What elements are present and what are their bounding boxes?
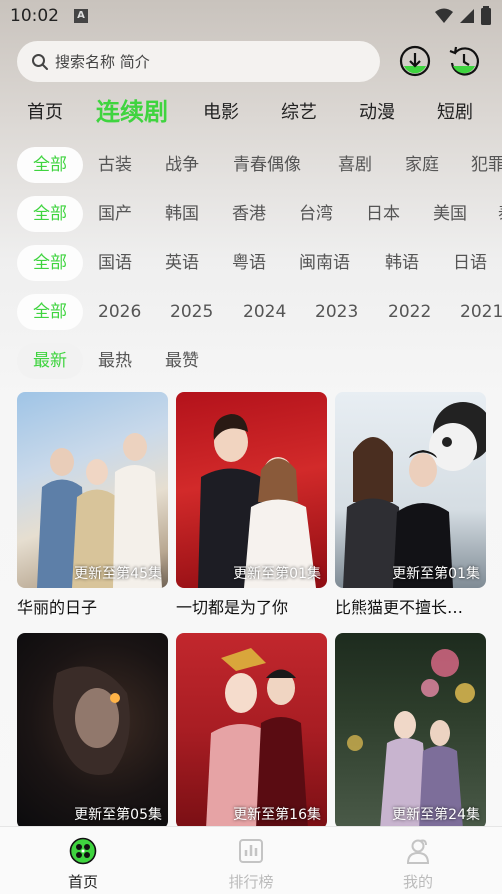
nav-profile-label: 我的 [402,873,433,891]
home-icon [69,837,97,865]
filter-chip[interactable]: 日本 [366,196,400,232]
filter-chip[interactable]: 2021 [460,294,502,330]
nav-ranking[interactable]: 排行榜 [211,837,291,892]
show-title: 一切都是为了你 [176,598,289,617]
filter-chip[interactable]: 青春偶像 [233,147,301,183]
filter-chip[interactable]: 2024 [243,294,286,330]
poster-art [343,402,486,588]
show-card[interactable]: 更新至第05集 [17,633,168,829]
show-title: 华丽的日子 [17,598,98,617]
download-button[interactable] [398,44,432,78]
nav-home[interactable]: 首页 [43,837,123,892]
history-button[interactable] [447,44,481,78]
filter-year: 全部 2026 2025 2024 2023 2022 2021 [0,294,502,332]
filter-chip[interactable]: 国产 [98,196,132,232]
filter-chip[interactable]: 2025 [170,294,213,330]
filter-chip[interactable]: 粤语 [232,245,266,281]
notification-a-icon: A [74,9,88,23]
show-card[interactable]: 更新至第01集 一切都是为了你 [176,392,327,618]
show-poster[interactable]: 更新至第24集 [335,633,486,829]
filter-chip[interactable]: 古装 [98,147,132,183]
wifi-icon [435,8,453,23]
show-card[interactable]: 更新至第45集 华丽的日子 [17,392,168,618]
main-tabs: 首页 连续剧 电影 综艺 动漫 短剧 [0,92,502,132]
bottom-nav: 首页 排行榜 我的 [0,826,502,894]
sort-chip[interactable]: 最赞 [165,343,199,379]
filter-chip[interactable]: 2026 [98,294,141,330]
filter-sort: 最新 最热 最赞 [0,343,502,381]
battery-icon [481,6,491,25]
nav-home-label: 首页 [67,873,98,891]
search-icon [32,53,48,70]
show-title: 比熊猫更不擅长… [335,598,464,617]
filter-language: 全部 国语 英语 粤语 闽南语 韩语 日语 [0,245,502,283]
filter-chip[interactable]: 2023 [315,294,358,330]
download-icon [399,45,431,77]
episode-badge: 更新至第01集 [392,566,480,582]
episode-badge: 更新至第05集 [74,807,162,823]
nav-ranking-label: 排行榜 [228,873,274,891]
show-card[interactable]: 更新至第24集 [335,633,486,829]
episode-badge: 更新至第01集 [233,566,321,582]
filter-chip[interactable]: 台湾 [299,196,333,232]
filter-chip[interactable]: 2022 [388,294,431,330]
filter-chip[interactable]: 家庭 [405,147,439,183]
show-card[interactable]: 更新至第01集 比熊猫更不擅长… [335,392,486,618]
sort-chip[interactable]: 最热 [98,343,132,379]
tab-variety[interactable]: 综艺 [281,98,317,124]
filter-chip-active[interactable]: 全部 [17,147,83,183]
filter-chip[interactable]: 闽南语 [299,245,350,281]
status-time: 10:02 [10,6,59,26]
poster-art [198,414,316,588]
filter-chip[interactable]: 美国 [433,196,467,232]
poster-art [53,666,130,775]
search-placeholder: 搜索名称 简介 [55,53,150,71]
poster-art [206,648,308,829]
tab-home[interactable]: 首页 [27,98,63,124]
filter-chip[interactable]: 战争 [165,147,199,183]
filter-chip[interactable]: 香港 [232,196,266,232]
filter-chip[interactable]: 英语 [165,245,199,281]
episode-badge: 更新至第45集 [74,566,162,582]
tab-shorts[interactable]: 短剧 [437,98,473,124]
filter-chip-active[interactable]: 全部 [17,245,83,281]
filter-chip-active[interactable]: 全部 [17,196,83,232]
show-poster[interactable]: 更新至第01集 [176,392,327,588]
show-poster[interactable]: 更新至第16集 [176,633,327,829]
tab-movies[interactable]: 电影 [203,98,239,124]
filter-chip[interactable]: 韩国 [165,196,199,232]
ranking-icon [239,839,263,863]
history-icon [449,46,479,76]
episode-badge: 更新至第24集 [392,807,480,823]
filter-chip[interactable]: 犯罪 [471,147,502,183]
sort-chip-active[interactable]: 最新 [17,343,83,379]
filter-chip[interactable]: 韩语 [385,245,419,281]
nav-profile[interactable]: 我的 [378,837,458,892]
poster-art [37,433,162,588]
filter-genre: 全部 古装 战争 青春偶像 喜剧 家庭 犯罪 [0,147,502,185]
show-poster[interactable]: 更新至第05集 [17,633,168,829]
show-poster[interactable]: 更新至第01集 [335,392,486,588]
filter-chip[interactable]: 日语 [453,245,487,281]
show-poster[interactable]: 更新至第45集 [17,392,168,588]
filter-chip[interactable]: 喜剧 [338,147,372,183]
filter-chip[interactable]: 国语 [98,245,132,281]
filter-chip[interactable]: 泰 [498,196,502,232]
search-input[interactable]: 搜索名称 简介 [17,41,380,82]
show-card[interactable]: 更新至第16集 [176,633,327,829]
tab-series[interactable]: 连续剧 [96,92,168,127]
filter-chip-active[interactable]: 全部 [17,294,83,330]
signal-icon [460,9,474,23]
episode-badge: 更新至第16集 [233,807,321,823]
poster-art [347,649,475,829]
tab-anime[interactable]: 动漫 [359,98,395,124]
status-icons [434,6,492,26]
profile-icon [406,839,430,864]
status-bar: 10:02 A [0,0,502,34]
filter-region: 全部 国产 韩国 香港 台湾 日本 美国 泰 [0,196,502,234]
